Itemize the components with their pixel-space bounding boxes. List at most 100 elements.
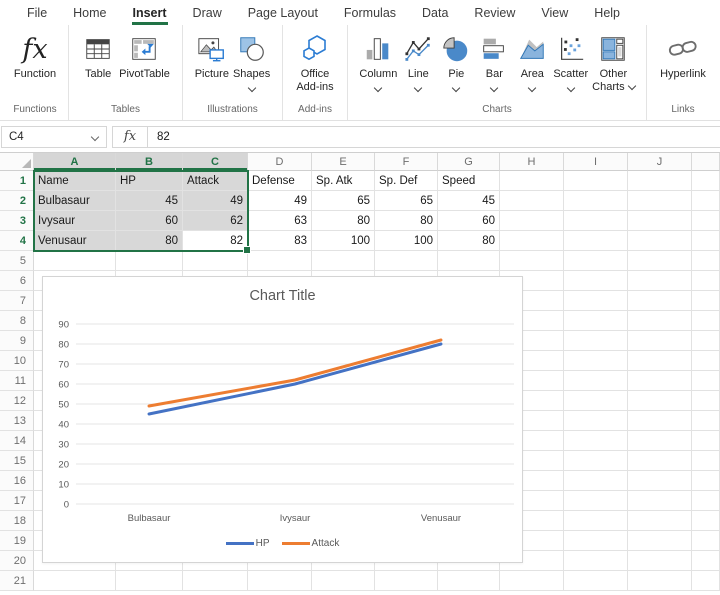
column-header-e[interactable]: E xyxy=(312,153,375,171)
cell-K21[interactable] xyxy=(692,571,720,591)
cell-G5[interactable] xyxy=(438,251,500,271)
column-header-h[interactable]: H xyxy=(500,153,564,171)
row-header-7[interactable]: 7 xyxy=(0,291,34,311)
column-header-d[interactable]: D xyxy=(248,153,312,171)
cell-K4[interactable] xyxy=(692,231,720,251)
cell-J3[interactable] xyxy=(628,211,692,231)
ribbon-button-picture[interactable]: Picture xyxy=(193,29,231,82)
cell-I18[interactable] xyxy=(564,511,628,531)
ribbon-button-column[interactable]: Column xyxy=(357,29,399,92)
cell-I7[interactable] xyxy=(564,291,628,311)
cell-B1[interactable]: HP xyxy=(116,171,183,191)
row-header-8[interactable]: 8 xyxy=(0,311,34,331)
cell-F3[interactable]: 80 xyxy=(375,211,438,231)
cell-J12[interactable] xyxy=(628,391,692,411)
row-header-20[interactable]: 20 xyxy=(0,551,34,571)
cell-J2[interactable] xyxy=(628,191,692,211)
cell-A4[interactable]: Venusaur xyxy=(34,231,116,251)
tab-review[interactable]: Review xyxy=(461,0,528,25)
column-header-a[interactable]: A xyxy=(34,153,116,171)
ribbon-button-shapes[interactable]: Shapes xyxy=(231,29,272,92)
cell-K1[interactable] xyxy=(692,171,720,191)
cell-K16[interactable] xyxy=(692,471,720,491)
cell-K2[interactable] xyxy=(692,191,720,211)
row-header-16[interactable]: 16 xyxy=(0,471,34,491)
column-header-g[interactable]: G xyxy=(438,153,500,171)
chevron-down-icon[interactable] xyxy=(452,83,460,91)
ribbon-button-pie[interactable]: Pie xyxy=(437,29,475,92)
cell-F5[interactable] xyxy=(375,251,438,271)
cell-K8[interactable] xyxy=(692,311,720,331)
cell-G4[interactable]: 80 xyxy=(438,231,500,251)
cell-J7[interactable] xyxy=(628,291,692,311)
cell-A5[interactable] xyxy=(34,251,116,271)
chevron-down-icon[interactable] xyxy=(528,83,536,91)
cell-J15[interactable] xyxy=(628,451,692,471)
cell-J19[interactable] xyxy=(628,531,692,551)
formula-input[interactable]: 82 xyxy=(148,131,170,143)
column-header-b[interactable]: B xyxy=(116,153,183,171)
cell-I4[interactable] xyxy=(564,231,628,251)
chevron-down-icon[interactable] xyxy=(566,83,574,91)
cell-J21[interactable] xyxy=(628,571,692,591)
cell-I5[interactable] xyxy=(564,251,628,271)
row-header-19[interactable]: 19 xyxy=(0,531,34,551)
cell-H3[interactable] xyxy=(500,211,564,231)
cell-J5[interactable] xyxy=(628,251,692,271)
cell-E3[interactable]: 80 xyxy=(312,211,375,231)
cell-A1[interactable]: Name xyxy=(34,171,116,191)
column-header-c[interactable]: C xyxy=(183,153,248,171)
row-header-12[interactable]: 12 xyxy=(0,391,34,411)
cell-E2[interactable]: 65 xyxy=(312,191,375,211)
row-header-14[interactable]: 14 xyxy=(0,431,34,451)
ribbon-button-other-charts[interactable]: OtherCharts xyxy=(590,29,636,94)
row-header-6[interactable]: 6 xyxy=(0,271,34,291)
cell-F1[interactable]: Sp. Def xyxy=(375,171,438,191)
cell-I14[interactable] xyxy=(564,431,628,451)
cell-F4[interactable]: 100 xyxy=(375,231,438,251)
cell-J13[interactable] xyxy=(628,411,692,431)
chevron-down-icon[interactable] xyxy=(627,81,635,89)
cell-D3[interactable]: 63 xyxy=(248,211,312,231)
row-header-18[interactable]: 18 xyxy=(0,511,34,531)
tab-view[interactable]: View xyxy=(528,0,581,25)
ribbon-button-pivottable[interactable]: PivotTable xyxy=(117,29,172,82)
cell-J18[interactable] xyxy=(628,511,692,531)
fx-icon[interactable]: fx xyxy=(113,127,148,147)
row-header-2[interactable]: 2 xyxy=(0,191,34,211)
tab-home[interactable]: Home xyxy=(60,0,119,25)
cell-C2[interactable]: 49 xyxy=(183,191,248,211)
cell-K13[interactable] xyxy=(692,411,720,431)
cell-K14[interactable] xyxy=(692,431,720,451)
cell-D21[interactable] xyxy=(248,571,312,591)
ribbon-button-table[interactable]: Table xyxy=(79,29,117,82)
cell-K11[interactable] xyxy=(692,371,720,391)
cell-G2[interactable]: 45 xyxy=(438,191,500,211)
cell-I9[interactable] xyxy=(564,331,628,351)
cell-I21[interactable] xyxy=(564,571,628,591)
ribbon-button-line[interactable]: Line xyxy=(399,29,437,92)
cell-G1[interactable]: Speed xyxy=(438,171,500,191)
row-header-10[interactable]: 10 xyxy=(0,351,34,371)
row-header-15[interactable]: 15 xyxy=(0,451,34,471)
tab-page-layout[interactable]: Page Layout xyxy=(235,0,331,25)
cell-F2[interactable]: 65 xyxy=(375,191,438,211)
cell-H5[interactable] xyxy=(500,251,564,271)
name-box[interactable]: C4 xyxy=(1,126,107,148)
cell-I10[interactable] xyxy=(564,351,628,371)
row-header-21[interactable]: 21 xyxy=(0,571,34,591)
cell-H21[interactable] xyxy=(500,571,564,591)
ribbon-button-function[interactable]: fxFunction xyxy=(12,29,58,82)
cell-D1[interactable]: Defense xyxy=(248,171,312,191)
cell-E1[interactable]: Sp. Atk xyxy=(312,171,375,191)
chevron-down-icon[interactable] xyxy=(414,83,422,91)
cell-K12[interactable] xyxy=(692,391,720,411)
column-header-f[interactable]: F xyxy=(375,153,438,171)
cell-C3[interactable]: 62 xyxy=(183,211,248,231)
select-all-corner[interactable] xyxy=(0,153,34,171)
tab-insert[interactable]: Insert xyxy=(120,0,180,25)
cell-I2[interactable] xyxy=(564,191,628,211)
cell-D2[interactable]: 49 xyxy=(248,191,312,211)
tab-formulas[interactable]: Formulas xyxy=(331,0,409,25)
ribbon-button-hyperlink[interactable]: Hyperlink xyxy=(658,29,708,82)
